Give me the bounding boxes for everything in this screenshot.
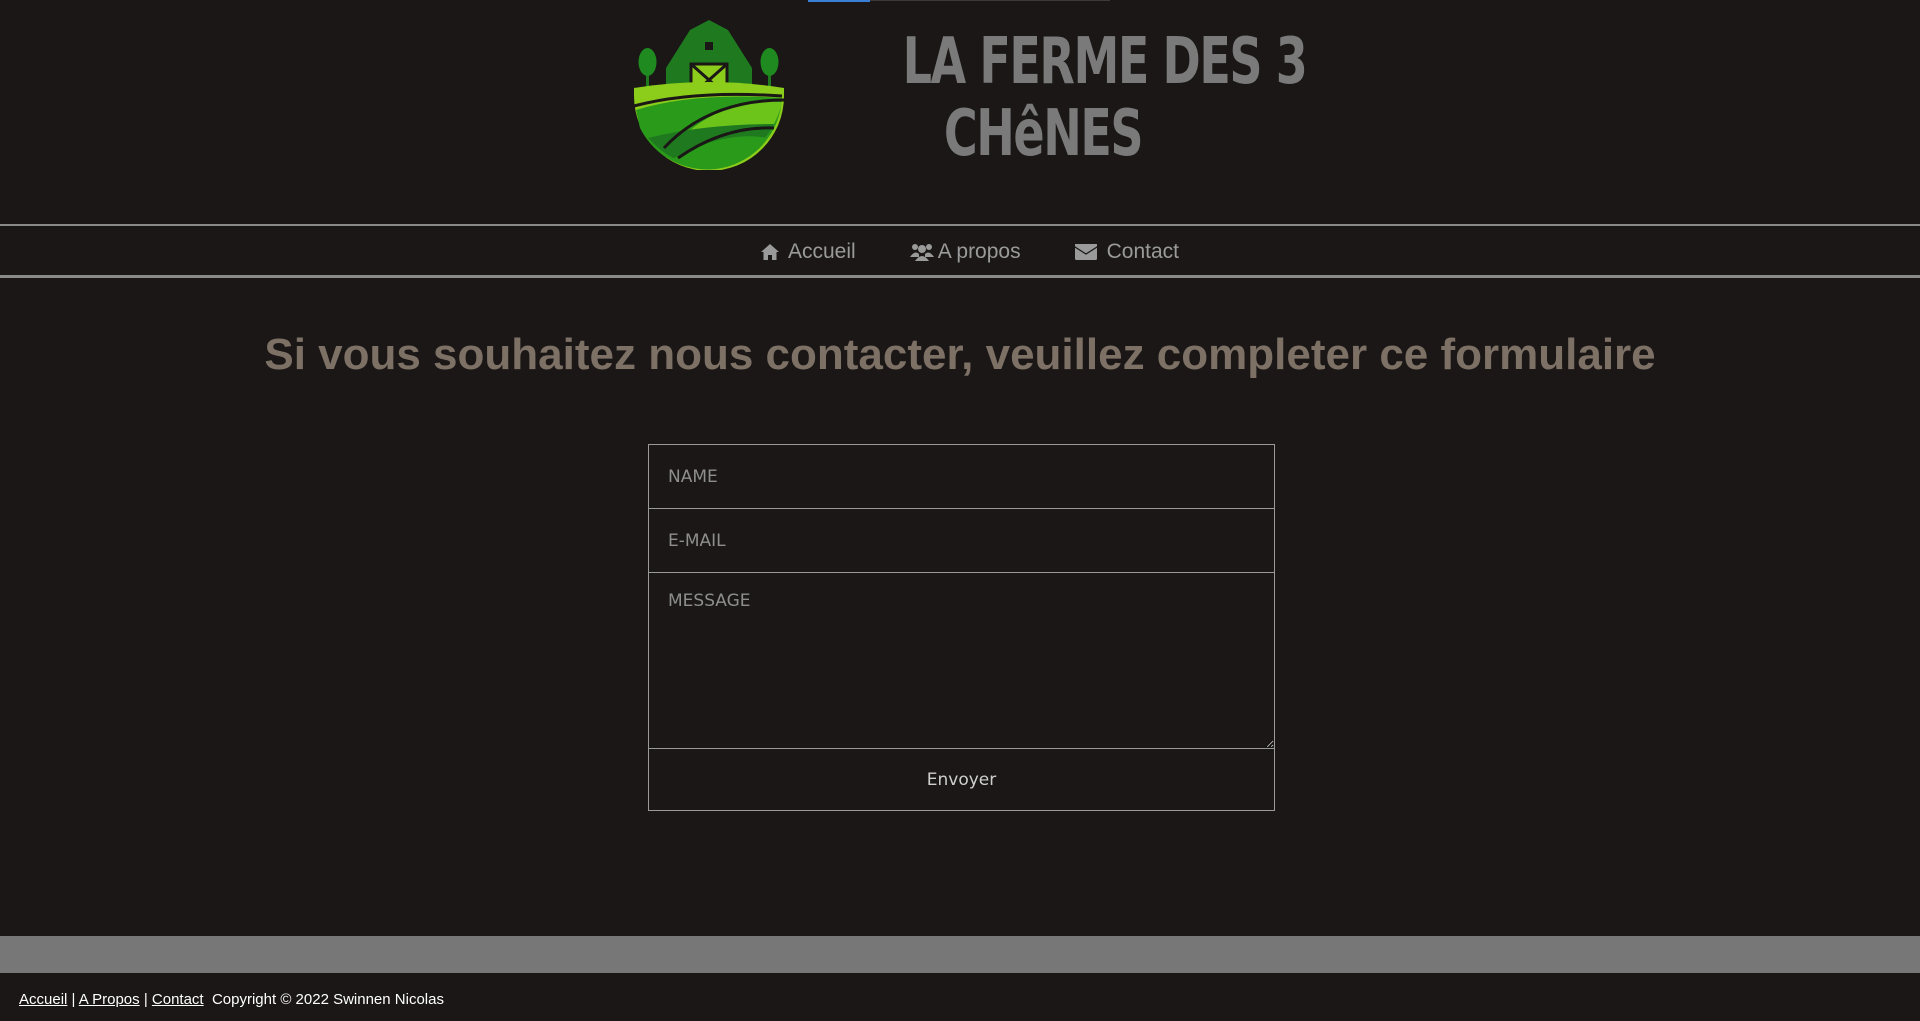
- email-field[interactable]: [649, 509, 1274, 573]
- envelope-icon: [1074, 243, 1097, 260]
- footer-separator: |: [143, 991, 148, 1008]
- site-header: LA FERME DES 3 CHêNES: [0, 0, 1920, 224]
- footer-link-contact[interactable]: Contact: [152, 991, 204, 1008]
- nav-item-label: Contact: [1106, 239, 1179, 263]
- farm-barn-logo[interactable]: [634, 20, 784, 170]
- footer-divider-band: [0, 936, 1920, 973]
- nav-item-label: Accueil: [788, 239, 856, 263]
- main-nav: Accueil A propos Contact: [0, 224, 1920, 278]
- footer-separator: |: [71, 991, 76, 1008]
- name-field[interactable]: [649, 445, 1274, 509]
- brand-line-1: LA FERME DES 3: [902, 25, 1308, 99]
- brand-name[interactable]: LA FERME DES 3 CHêNES: [902, 25, 1308, 171]
- contact-page: LA FERME DES 3 CHêNES Accueil A propos C…: [0, 0, 1920, 1021]
- site-footer: Accueil | A Propos | Contact Copyright ©…: [19, 991, 444, 1008]
- nav-item-contact[interactable]: Contact: [1074, 239, 1179, 264]
- nav-item-accueil[interactable]: Accueil: [760, 240, 856, 264]
- footer-link-accueil[interactable]: Accueil: [19, 991, 67, 1008]
- brand-line-2: CHêNES: [943, 97, 1144, 171]
- submit-button[interactable]: Envoyer: [649, 749, 1274, 810]
- copyright-text: Copyright © 2022 Swinnen Nicolas: [211, 991, 444, 1008]
- home-icon: [760, 243, 780, 261]
- message-field[interactable]: [649, 573, 1274, 749]
- page-title: Si vous souhaitez nous contacter, veuill…: [264, 330, 1656, 379]
- nav-item-a-propos[interactable]: A propos: [909, 239, 1021, 264]
- users-icon: [909, 243, 934, 261]
- footer-link-a-propos[interactable]: A Propos: [79, 991, 140, 1008]
- contact-form: Envoyer: [648, 444, 1275, 811]
- nav-item-label: A propos: [937, 239, 1021, 263]
